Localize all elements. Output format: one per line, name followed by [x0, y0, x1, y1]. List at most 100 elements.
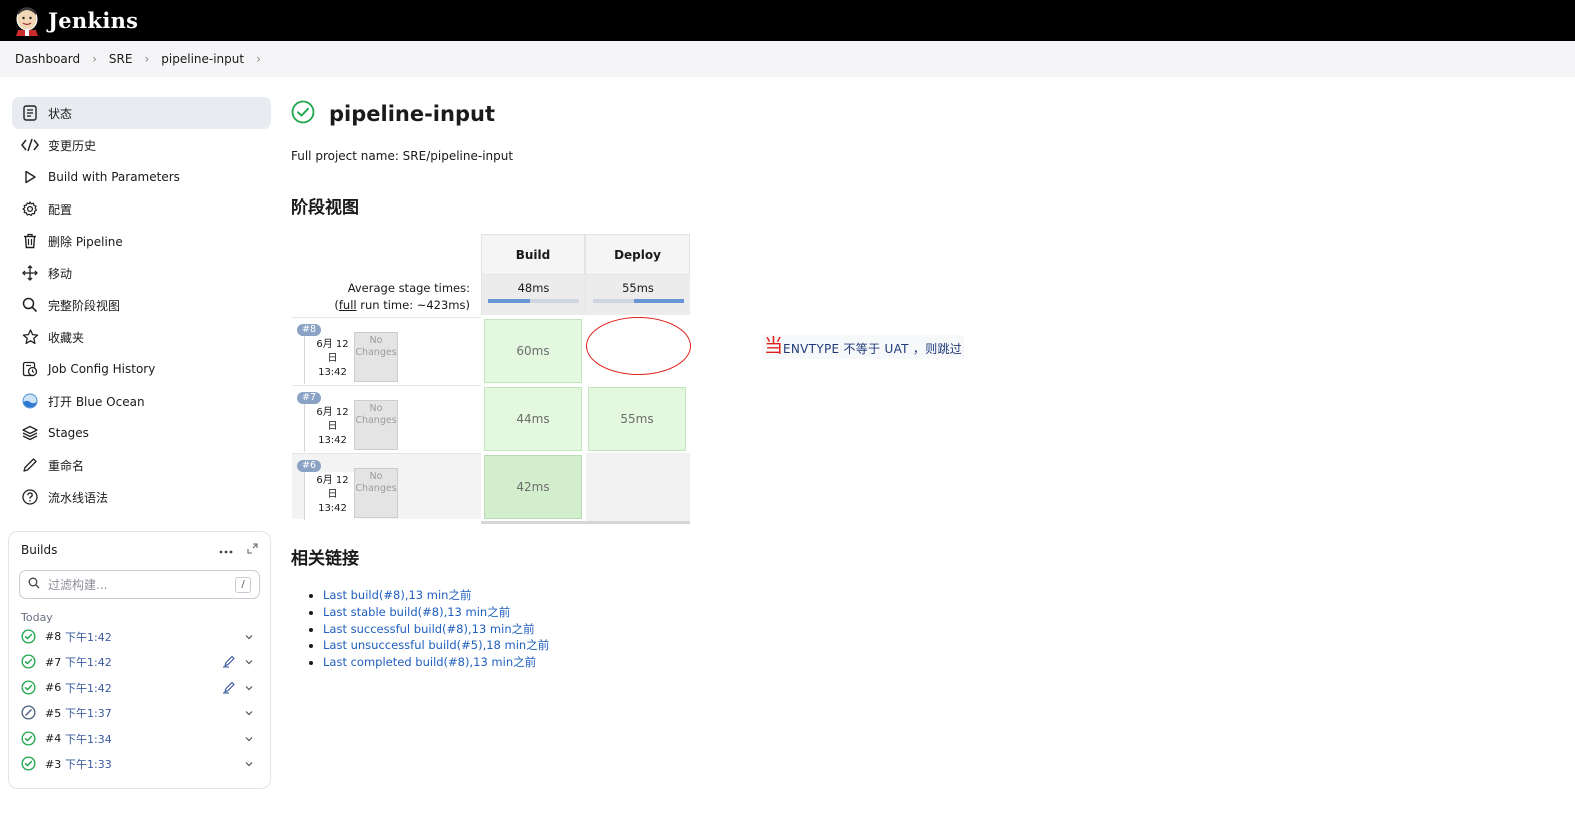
run-changes[interactable]: No Changes: [354, 468, 398, 518]
list-item: Last unsuccessful build(#5),18 min之前: [308, 637, 549, 654]
breadcrumb-dashboard[interactable]: Dashboard: [15, 52, 80, 66]
changes-line: No: [369, 403, 383, 414]
expand-icon[interactable]: [247, 543, 258, 557]
filter-builds-input[interactable]: [48, 577, 227, 592]
changes-line: Changes: [355, 483, 397, 494]
full-run-time-link[interactable]: full: [339, 298, 357, 312]
blue-ocean-icon: [21, 392, 39, 410]
build-number[interactable]: #3: [45, 758, 65, 771]
sidebar-item-label: Job Config History: [48, 362, 156, 376]
move-icon: [21, 264, 39, 282]
build-number[interactable]: #7: [45, 656, 65, 669]
input-pending-icon[interactable]: [222, 654, 238, 670]
run-changes[interactable]: No Changes: [354, 332, 398, 382]
link-last-completed-build[interactable]: Last completed build(#8),13 min之前: [323, 655, 536, 669]
annotation-note: 当 ENVTYPE 不等于 UAT ，则跳过: [762, 335, 965, 359]
build-time[interactable]: 下午1:42: [65, 680, 222, 696]
sidebar-item-stages[interactable]: Stages: [12, 417, 271, 449]
builds-group-label: Today: [21, 611, 53, 624]
build-number[interactable]: #5: [45, 707, 65, 720]
run-row-label[interactable]: #8 6月 12 日 13:42 No Changes: [292, 317, 481, 384]
sidebar-item-configure[interactable]: 配置: [12, 193, 271, 225]
changes-line: Changes: [355, 347, 397, 358]
build-number[interactable]: #4: [45, 732, 65, 745]
sidebar-item-label: 移动: [48, 266, 73, 281]
link-last-unsuccessful-build[interactable]: Last unsuccessful build(#5),18 min之前: [323, 638, 549, 652]
sidebar-item-move[interactable]: 移动: [12, 257, 271, 289]
chevron-down-icon[interactable]: [244, 758, 256, 770]
status-icon: [21, 104, 39, 122]
sidebar: 状态 变更历史 Build with Parameters 配置 删除 Pipe…: [12, 97, 271, 513]
list-item: Last stable build(#8),13 min之前: [308, 604, 549, 621]
app-name: Jenkins: [48, 8, 139, 33]
stage-cell-build[interactable]: 60ms: [484, 319, 582, 383]
sidebar-item-rename[interactable]: 重命名: [12, 449, 271, 481]
related-links-list: Last build(#8),13 min之前 Last stable buil…: [308, 587, 549, 671]
highlight-circle: [586, 317, 691, 375]
more-options-icon[interactable]: [219, 543, 233, 557]
build-time[interactable]: 下午1:42: [65, 629, 222, 645]
sidebar-item-build-with-parameters[interactable]: Build with Parameters: [12, 161, 271, 193]
link-last-successful-build[interactable]: Last successful build(#8),13 min之前: [323, 622, 535, 636]
sidebar-item-delete-pipeline[interactable]: 删除 Pipeline: [12, 225, 271, 257]
breadcrumb: Dashboard › SRE › pipeline-input ›: [0, 41, 1575, 77]
sidebar-item-full-stage-view[interactable]: 完整阶段视图: [12, 289, 271, 321]
build-row[interactable]: #8 下午1:42: [19, 624, 260, 650]
sidebar-item-pipeline-syntax[interactable]: 流水线语法: [12, 481, 271, 513]
stage-header-build: Build: [481, 234, 585, 275]
builds-title: Builds: [21, 543, 58, 557]
run-row-label[interactable]: #7 6月 12 日 13:42 No Changes: [292, 385, 481, 452]
breadcrumb-pipeline-input[interactable]: pipeline-input: [161, 52, 244, 66]
run-badge[interactable]: #7: [297, 392, 322, 404]
run-badge[interactable]: #8: [297, 324, 322, 336]
chevron-down-icon[interactable]: [244, 631, 256, 643]
chevron-right-icon[interactable]: ›: [256, 52, 261, 66]
sidebar-item-job-config-history[interactable]: Job Config History: [12, 353, 271, 385]
run-date: 6月 12 日 13:42: [304, 336, 360, 384]
full-project-name: Full project name: SRE/pipeline-input: [291, 149, 514, 163]
build-time[interactable]: 下午1:37: [65, 705, 222, 721]
build-row[interactable]: #4 下午1:34: [19, 726, 260, 752]
stage-cell-build[interactable]: 44ms: [484, 387, 582, 451]
sidebar-item-label: 重命名: [48, 458, 85, 473]
build-time[interactable]: 下午1:34: [65, 731, 222, 747]
chevron-down-icon[interactable]: [244, 682, 256, 694]
link-last-build[interactable]: Last build(#8),13 min之前: [323, 588, 471, 602]
run-row-label[interactable]: #6 6月 12 日 13:42 No Changes: [292, 453, 481, 520]
stage-average-bar: [592, 299, 684, 303]
chevron-down-icon[interactable]: [244, 733, 256, 745]
breadcrumb-sre[interactable]: SRE: [109, 52, 133, 66]
build-row[interactable]: #5 下午1:37: [19, 701, 260, 727]
success-check-icon: [21, 680, 37, 696]
build-row[interactable]: #3 下午1:33: [19, 752, 260, 778]
chevron-down-icon[interactable]: [244, 707, 256, 719]
stage-cell-deploy[interactable]: 55ms: [588, 387, 686, 451]
input-pending-icon[interactable]: [222, 680, 238, 696]
jenkins-logo[interactable]: Jenkins: [14, 6, 138, 36]
sidebar-item-changes[interactable]: 变更历史: [12, 129, 271, 161]
build-row[interactable]: #7 下午1:42: [19, 650, 260, 676]
build-number[interactable]: #6: [45, 681, 65, 694]
build-number[interactable]: #8: [45, 630, 65, 643]
stage-cell-build[interactable]: 42ms: [484, 455, 582, 519]
average-stage-times-label: Average stage times: (full run time: ~42…: [334, 280, 470, 314]
star-icon: [21, 328, 39, 346]
build-time[interactable]: 下午1:42: [65, 654, 222, 670]
run-changes[interactable]: No Changes: [354, 400, 398, 450]
run-badge[interactable]: #6: [297, 460, 322, 472]
build-row[interactable]: #6 下午1:42: [19, 675, 260, 701]
sidebar-item-favorites[interactable]: 收藏夹: [12, 321, 271, 353]
run-date-line: 6月 12: [316, 407, 349, 418]
link-last-stable-build[interactable]: Last stable build(#8),13 min之前: [323, 605, 510, 619]
sidebar-item-label: 状态: [48, 106, 73, 121]
build-time[interactable]: 下午1:33: [65, 756, 222, 772]
keyboard-shortcut-hint: /: [235, 576, 251, 593]
aborted-icon: [21, 705, 37, 721]
chevron-down-icon[interactable]: [244, 656, 256, 668]
run-time-suffix: run time: ~423ms): [356, 298, 470, 312]
annotation-text: ENVTYPE 不等于 UAT ，则跳过: [783, 342, 963, 356]
stage-cell-deploy-skipped[interactable]: [586, 453, 690, 521]
sidebar-item-status[interactable]: 状态: [12, 97, 271, 129]
sidebar-item-open-blue-ocean[interactable]: 打开 Blue Ocean: [12, 385, 271, 417]
